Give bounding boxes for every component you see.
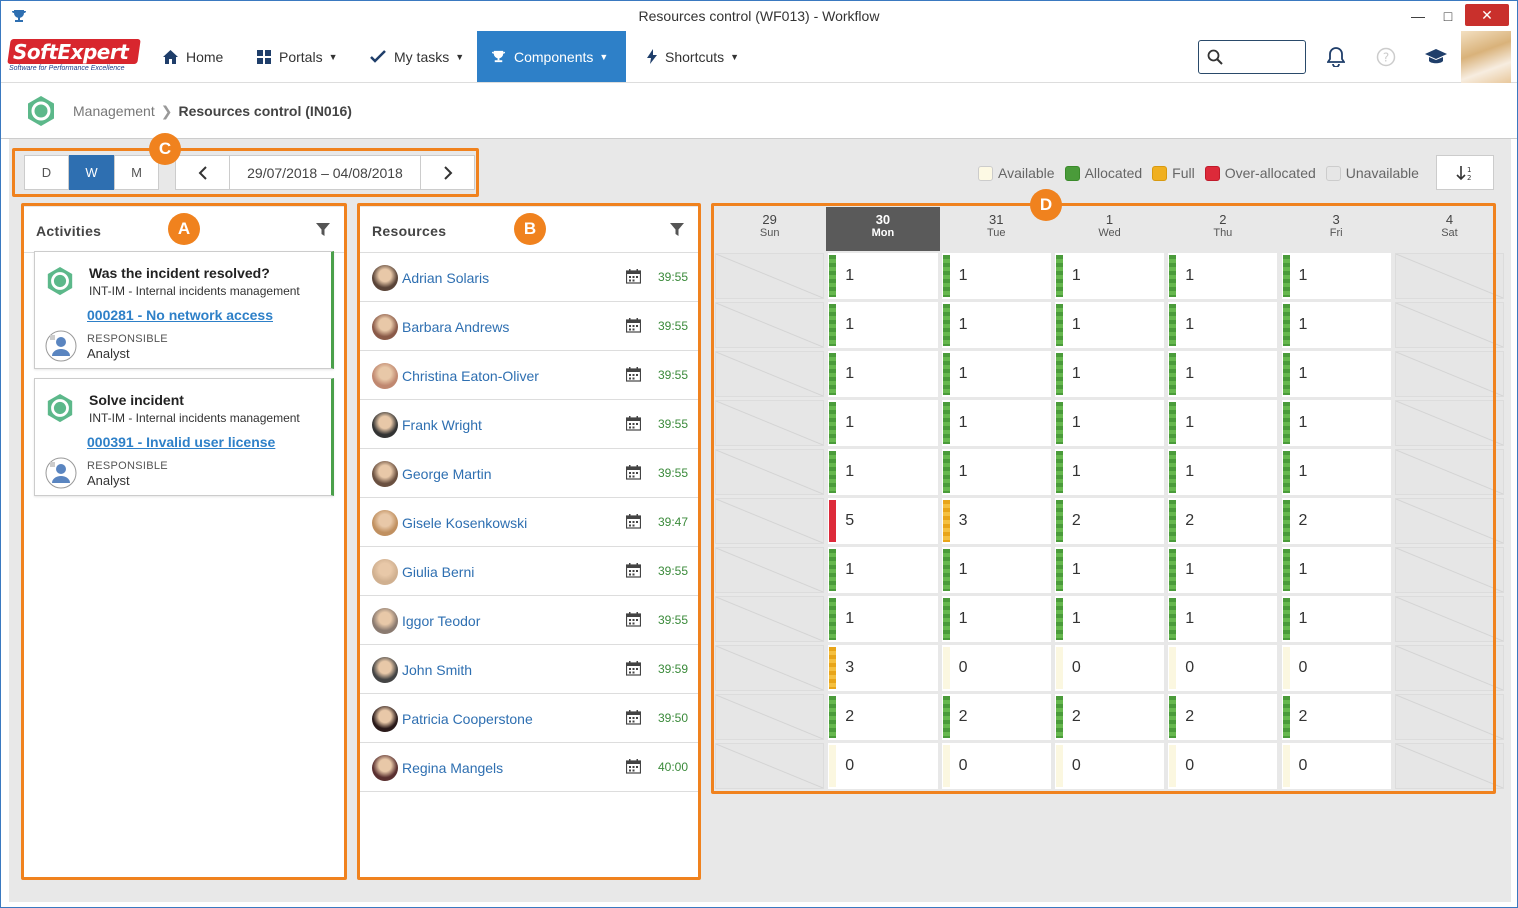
marker-a: A [168,213,200,245]
swatch-full [1152,165,1168,181]
svg-text:1: 1 [1467,166,1471,174]
minimize-button[interactable]: — [1403,1,1433,31]
brand-name: SoftExpert [13,40,129,64]
home-icon [163,49,178,64]
highlight-box-a [21,203,347,880]
legend-allocated: Allocated [1064,165,1143,181]
help-button[interactable]: ? [1374,45,1398,69]
svg-text:?: ? [1383,51,1389,65]
marker-c: C [149,133,181,165]
trophy-icon [491,49,506,64]
learning-button[interactable] [1424,45,1448,69]
window-title: Resources control (WF013) - Workflow [638,8,880,24]
caret-down-icon: ▼ [455,51,465,62]
swatch-available [978,165,993,181]
nav-shortcuts-label: Shortcuts [665,48,725,65]
help-icon: ? [1376,47,1396,67]
minimize-icon: — [1411,8,1425,24]
sort-icon: 12 [1456,165,1471,181]
swatch-allocated [1064,165,1080,181]
nav-components[interactable]: Components ▼ [477,31,626,82]
legend-unavailable-label: Unavailable [1345,165,1419,181]
svg-text:2: 2 [1467,174,1471,181]
nav-mytasks-label: My tasks [394,48,450,65]
marker-b: B [514,213,546,245]
nav-portals-label: Portals [279,48,323,65]
notifications-button[interactable] [1324,45,1348,69]
breadcrumb-parent[interactable]: Management [73,103,155,119]
nav-mytasks[interactable]: My tasks ▼ [356,31,478,82]
nav-home-label: Home [186,48,224,65]
search-icon [1207,49,1223,65]
highlight-box-c [12,148,479,197]
title-bar: Resources control (WF013) - Workflow — □… [1,1,1517,31]
lifebuoy-icon [25,95,57,130]
legend-over-label: Over-allocated [1224,165,1316,181]
legend: Available Allocated Full Over-allocated … [978,165,1429,181]
user-avatar[interactable] [1461,31,1511,83]
highlight-box-d [711,203,1496,794]
caret-down-icon: ▼ [730,51,740,62]
breadcrumb-current: Resources control (IN016) [178,103,352,119]
nav-components-label: Components [514,48,594,65]
bell-icon [1327,47,1345,67]
top-navbar: SoftExpert Software for Performance Exce… [1,31,1517,83]
maximize-button[interactable]: □ [1433,1,1463,31]
highlight-box-b [357,203,701,880]
legend-available: Available [978,165,1055,181]
nav-shortcuts[interactable]: Shortcuts ▼ [633,31,753,82]
search-input[interactable] [1198,40,1306,74]
legend-full-label: Full [1172,165,1195,181]
graduation-cap-icon [1425,49,1447,64]
brand-logo[interactable]: SoftExpert Software for Performance Exce… [7,39,141,75]
legend-unavailable: Unavailable [1325,165,1419,181]
caret-down-icon: ▼ [328,51,338,62]
marker-d: D [1030,189,1062,221]
nav-home[interactable]: Home [149,31,237,82]
legend-available-label: Available [998,165,1055,181]
bolt-icon [647,49,657,64]
brand-tagline: Software for Performance Excellence [9,65,125,72]
breadcrumb: Management ❯ Resources control (IN016) [1,83,1517,139]
legend-allocated-label: Allocated [1084,165,1143,181]
maximize-icon: □ [1443,8,1453,24]
close-icon: ✕ [1481,6,1493,23]
check-icon [370,50,386,63]
breadcrumb-path: Management ❯ Resources control (IN016) [73,103,352,120]
grid-icon [257,49,271,64]
chevron-right-icon: ❯ [160,103,173,119]
close-button[interactable]: ✕ [1465,4,1509,26]
legend-over: Over-allocated [1204,165,1316,181]
swatch-over [1204,165,1220,181]
nav-portals[interactable]: Portals ▼ [243,31,352,82]
legend-full: Full [1152,165,1195,181]
sort-button[interactable]: 12 [1436,155,1494,190]
swatch-unavailable [1325,165,1341,181]
caret-down-icon: ▼ [599,51,609,62]
